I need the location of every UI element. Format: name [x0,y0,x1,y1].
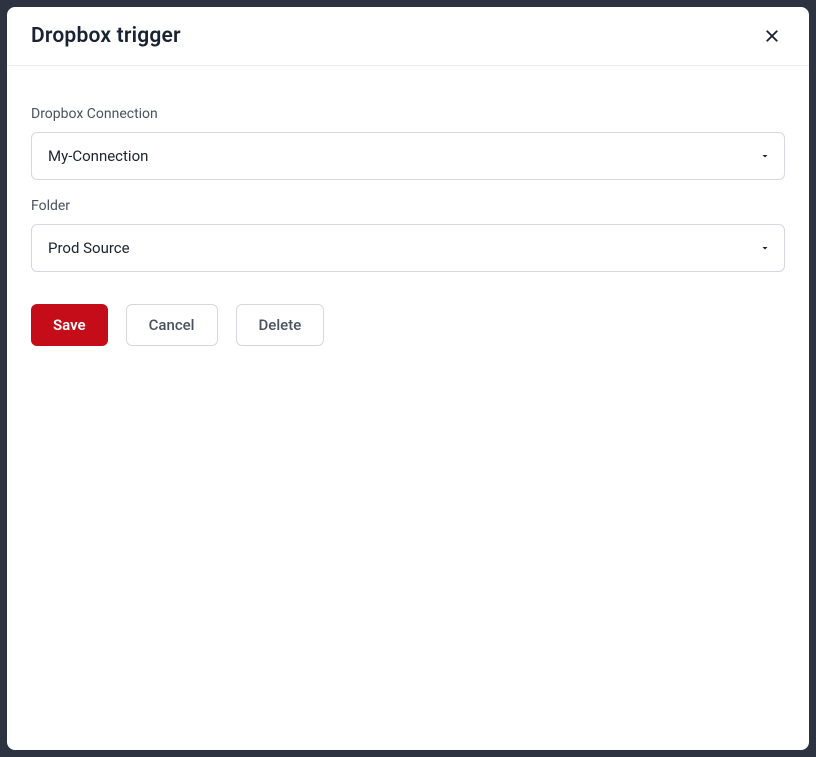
close-icon [763,27,781,45]
folder-select[interactable]: Prod Source [31,224,785,272]
delete-button[interactable]: Delete [236,304,325,346]
save-button[interactable]: Save [31,304,108,346]
modal-body: Dropbox Connection My-Connection Folder … [7,66,809,750]
close-button[interactable] [759,23,785,49]
modal-header: Dropbox trigger [7,7,809,66]
trigger-config-modal: Dropbox trigger Dropbox Connection My-Co… [7,7,809,750]
connection-label: Dropbox Connection [31,106,785,122]
button-row: Save Cancel Delete [31,304,785,346]
connection-field-group: Dropbox Connection My-Connection [31,106,785,180]
folder-field-group: Folder Prod Source [31,198,785,272]
connection-select-wrapper: My-Connection [31,132,785,180]
cancel-button[interactable]: Cancel [126,304,218,346]
folder-select-wrapper: Prod Source [31,224,785,272]
folder-label: Folder [31,198,785,214]
modal-title: Dropbox trigger [31,24,181,48]
connection-select[interactable]: My-Connection [31,132,785,180]
